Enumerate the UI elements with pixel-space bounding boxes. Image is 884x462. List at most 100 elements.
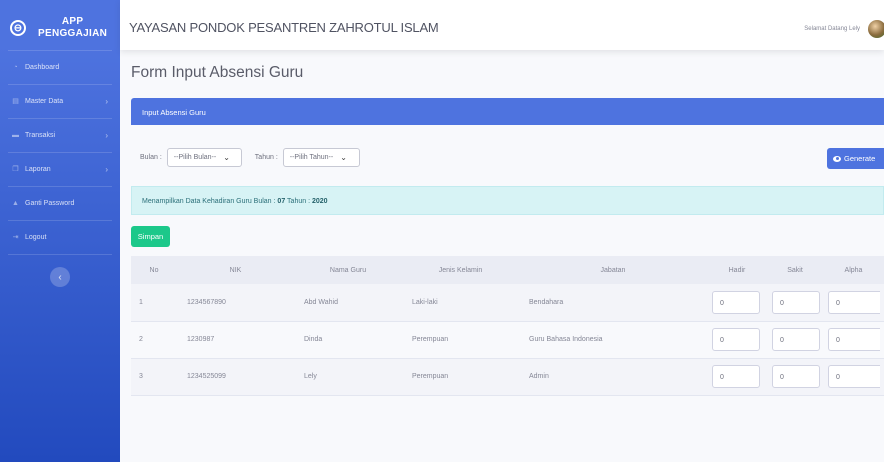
alpha-input[interactable]: 0 <box>828 328 880 351</box>
alpha-input[interactable]: 0 <box>828 365 880 388</box>
page-title: Form Input Absensi Guru <box>131 64 304 81</box>
hadir-input[interactable]: 0 <box>712 328 760 351</box>
cell-hadir: 0 <box>707 321 767 358</box>
column-header: Jenis Kelamin <box>438 266 483 274</box>
topbar: YAYASAN PONDOK PESANTREN ZAHROTUL ISLAM … <box>120 0 884 50</box>
sidebar-item-label: Master Data <box>25 98 64 105</box>
alert-bulan: 07 <box>277 198 286 205</box>
sidebar-item-label: Dashboard <box>25 64 60 71</box>
chevron-right-icon: › <box>105 97 108 106</box>
filter-form: Bulan : --Pilih Bulan-- ⌄ Tahun : --Pili… <box>140 147 360 167</box>
cell-jabatan: Admin <box>529 373 549 380</box>
chevron-right-icon: › <box>105 131 108 140</box>
database-icon: ▤ <box>12 97 19 105</box>
cell-alpha: 0 <box>823 284 884 321</box>
sidebar-item-ganti-password[interactable]: ▲ Ganti Password <box>0 187 120 220</box>
cell-sakit: 0 <box>767 284 823 321</box>
column-header: No <box>149 266 159 274</box>
eye-icon <box>833 155 841 162</box>
logout-icon: ⇥ <box>12 233 19 241</box>
brand-logo-icon: ⊖ <box>10 20 26 36</box>
alert-tahun: 2020 <box>311 198 328 205</box>
dashboard-icon: ◔ <box>13 63 18 71</box>
column-header: Alpha <box>844 266 863 274</box>
brand-title: APP PENGGAJIAN <box>38 16 107 40</box>
column-header: Hadir <box>728 266 746 274</box>
table-header-row: No NIK Nama Guru Jenis Kelamin Jabatan H… <box>131 256 884 284</box>
brand-title-line1: APP <box>61 16 84 27</box>
tahun-select-value: --Pilih Tahun-- <box>289 153 334 161</box>
cell-jenis-kelamin: Perempuan <box>412 373 449 380</box>
cell-nama: Lely <box>304 373 317 380</box>
cell-no: 2 <box>139 336 143 343</box>
brand-title-line2: PENGGAJIAN <box>38 28 108 39</box>
sidebar-toggle-button[interactable]: ‹ <box>50 267 70 287</box>
generate-button[interactable]: Generate <box>827 148 884 169</box>
simpan-button[interactable]: Simpan <box>131 226 170 247</box>
bulan-select-value: --Pilih Bulan-- <box>173 153 217 161</box>
sidebar-item-logout[interactable]: ⇥ Logout <box>0 221 120 254</box>
cell-nik: 1234525099 <box>187 373 226 380</box>
sidebar-divider <box>8 254 112 255</box>
sidebar-item-label: Ganti Password <box>25 200 75 207</box>
sidebar-brand[interactable]: ⊖ APP PENGGAJIAN <box>0 6 120 50</box>
sidebar-item-label: Transaksi <box>25 132 56 139</box>
card-header: Input Absensi Guru <box>131 98 884 125</box>
table-row: 2 1230987 Dinda Perempuan Guru Bahasa In… <box>131 321 884 358</box>
cell-nik: 1234567890 <box>187 298 226 306</box>
tahun-select[interactable]: --Pilih Tahun-- ⌄ <box>282 147 360 167</box>
hadir-input[interactable]: 0 <box>712 365 760 388</box>
info-alert: Menampilkan Data Kehadiran Guru Bulan : … <box>131 186 884 215</box>
tahun-label: Tahun : <box>254 153 278 161</box>
cell-nik: 1230987 <box>187 336 215 343</box>
bulan-label: Bulan : <box>140 153 162 161</box>
cell-no: 3 <box>139 373 143 380</box>
money-icon: ▬ <box>12 131 19 139</box>
sakit-input[interactable]: 0 <box>772 290 820 314</box>
sidebar-item-label: Logout <box>25 234 47 241</box>
chevron-right-icon: › <box>105 165 108 174</box>
cell-no: 1 <box>139 298 143 306</box>
cell-alpha: 0 <box>823 358 884 395</box>
table-row: 3 1234525099 Lely Perempuan Admin 0 0 0 <box>131 358 884 395</box>
cell-hadir: 0 <box>707 358 767 395</box>
chevron-down-icon: ⌄ <box>340 152 347 162</box>
column-header: Jabatan <box>600 266 626 274</box>
chevron-left-icon: ‹ <box>58 271 62 283</box>
sidebar-item-transaksi[interactable]: ▬ Transaksi › <box>0 119 120 152</box>
user-greeting[interactable]: Selamat Datang Lely <box>804 26 860 32</box>
cell-alpha: 0 <box>823 321 884 358</box>
cell-hadir: 0 <box>707 284 767 321</box>
cell-nama: Abd Wahid <box>304 298 338 306</box>
cell-jenis-kelamin: Perempuan <box>412 336 449 343</box>
avatar[interactable] <box>868 20 884 38</box>
sidebar: ⊖ APP PENGGAJIAN ◔ Dashboard ▤ Master Da… <box>0 0 120 462</box>
generate-button-label: Generate <box>844 154 876 163</box>
chevron-down-icon: ⌄ <box>223 152 230 162</box>
column-header: Sakit <box>787 266 803 274</box>
sidebar-item-dashboard[interactable]: ◔ Dashboard <box>0 51 120 84</box>
page-header-title: YAYASAN PONDOK PESANTREN ZAHROTUL ISLAM <box>129 20 439 35</box>
lock-icon: ▲ <box>12 199 19 207</box>
sidebar-item-laporan[interactable]: ❐ Laporan › <box>0 153 120 186</box>
bulan-select[interactable]: --Pilih Bulan-- ⌄ <box>166 147 242 167</box>
alert-tahun-label: Tahun : <box>287 198 311 205</box>
cell-jabatan: Guru Bahasa Indonesia <box>529 336 603 343</box>
sidebar-item-label: Laporan <box>25 166 51 173</box>
cell-jabatan: Bendahara <box>529 298 564 306</box>
sakit-input[interactable]: 0 <box>772 365 820 388</box>
table-row: 1 1234567890 Abd Wahid Laki-laki Bendaha… <box>131 284 884 321</box>
copy-icon: ❐ <box>12 165 19 173</box>
cell-sakit: 0 <box>767 358 823 395</box>
attendance-table: No NIK Nama Guru Jenis Kelamin Jabatan H… <box>131 256 884 396</box>
alpha-input[interactable]: 0 <box>828 290 880 314</box>
alert-text: Menampilkan Data Kehadiran Guru Bulan : <box>142 198 276 205</box>
cell-sakit: 0 <box>767 321 823 358</box>
hadir-input[interactable]: 0 <box>712 290 760 314</box>
column-header: Nama Guru <box>329 266 367 274</box>
sidebar-item-master-data[interactable]: ▤ Master Data › <box>0 85 120 118</box>
column-header: NIK <box>229 266 242 274</box>
cell-nama: Dinda <box>304 336 323 343</box>
sakit-input[interactable]: 0 <box>772 328 820 351</box>
cell-jenis-kelamin: Laki-laki <box>412 298 438 306</box>
